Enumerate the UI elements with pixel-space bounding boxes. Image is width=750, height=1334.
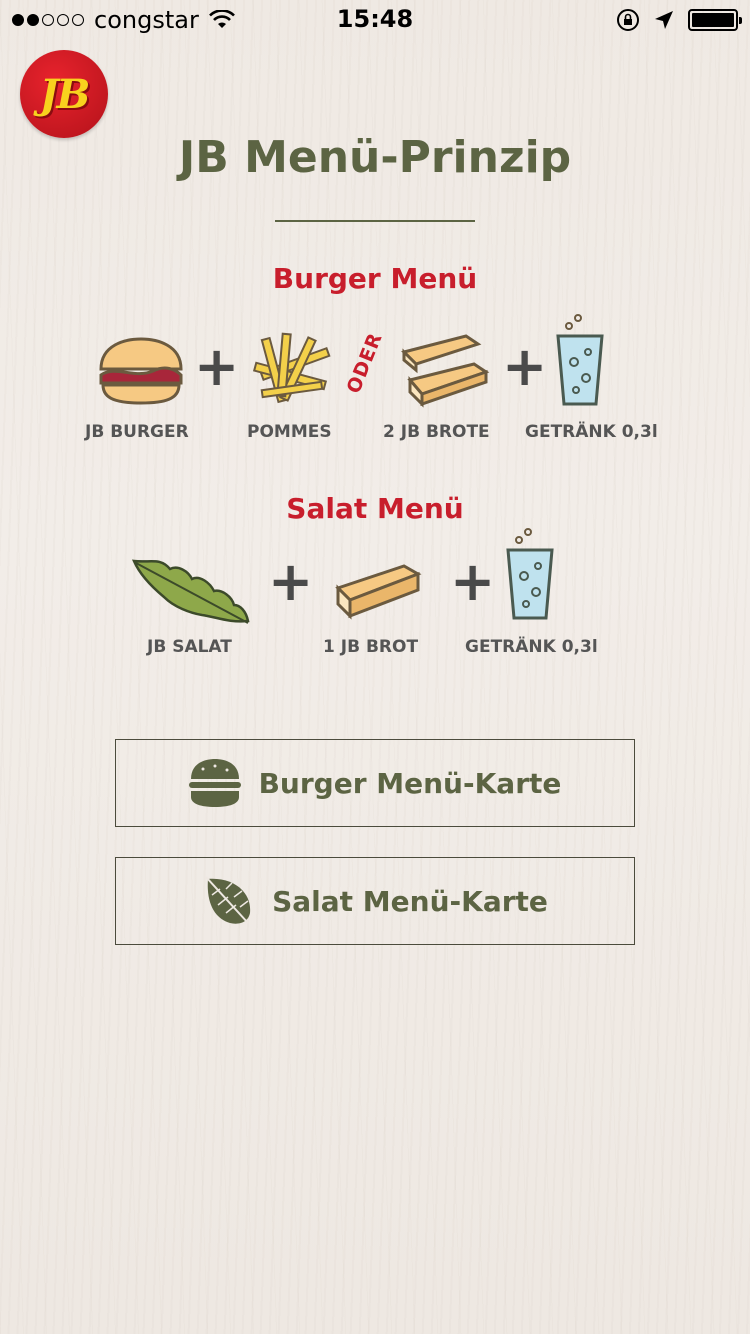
burger-icon [99,337,183,405]
item-label: GETRÄNK 0,3l [465,637,598,657]
burger-menu-card-button[interactable]: Burger Menü-Karte [115,739,635,827]
plus-icon: + [502,335,548,398]
logo-text: JB [39,70,91,118]
status-bar: congstar 15:48 [0,0,750,40]
item-label: JB BURGER [85,422,189,442]
jb-logo[interactable]: JB [20,50,108,138]
title-divider [275,220,475,222]
item-label: 2 JB BROTE [383,422,490,442]
burger-icon [188,759,241,807]
salad-leaf-icon [131,559,250,624]
drink-icon [556,314,604,406]
status-right [616,8,742,32]
leaf-icon [205,876,251,924]
fries-icon [252,332,331,404]
or-label: ODER [342,329,387,397]
item-label: POMMES [247,422,332,442]
salad-menu-title: Salat Menü [286,492,464,525]
burger-menu-title: Burger Menü [272,262,478,295]
page-title: JB Menü-Prinzip [178,132,572,183]
drink-icon [506,528,554,620]
location-arrow-icon [655,11,673,29]
battery-icon [688,9,742,31]
burger-menu-card-label: Burger Menü-Karte [258,766,562,800]
salad-menu-card-label: Salat Menü-Karte [272,884,548,918]
item-label: GETRÄNK 0,3l [525,422,658,442]
salad-menu-card-button[interactable]: Salat Menü-Karte [115,857,635,945]
plus-icon: + [194,335,240,398]
item-label: JB SALAT [147,637,232,657]
bread-icon [401,334,490,408]
plus-icon: + [450,550,496,613]
plus-icon: + [268,550,314,613]
item-label: 1 JB BROT [323,637,419,657]
rotation-lock-icon [617,9,639,31]
bread-icon [335,564,422,620]
